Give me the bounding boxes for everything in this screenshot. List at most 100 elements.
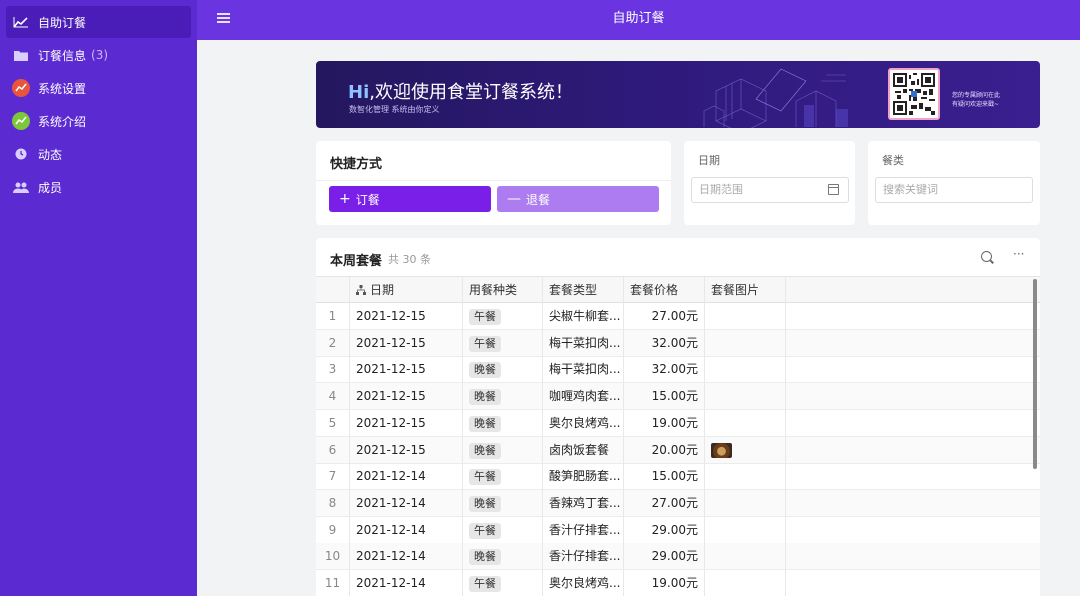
date-cell: 2021-12-15: [350, 409, 463, 436]
row-number: 1: [316, 303, 350, 329]
price-cell: 29.00元: [624, 543, 705, 570]
order-button[interactable]: + 订餐: [329, 186, 491, 212]
price-cell: 32.00元: [624, 356, 705, 383]
search-icon[interactable]: [981, 251, 992, 262]
price-cell: 32.00元: [624, 329, 705, 356]
scrollbar-thumb[interactable]: [1033, 279, 1037, 469]
price-cell: 29.00元: [624, 516, 705, 543]
table-row[interactable]: 8 2021-12-14 晚餐 香辣鸡丁套... 27.00元: [316, 489, 1040, 517]
table-row[interactable]: 3 2021-12-15 晚餐 梅干菜扣肉... 32.00元: [316, 356, 1040, 384]
cancel-order-button-label: 退餐: [526, 192, 551, 207]
row-number: 9: [316, 516, 350, 543]
keyword-search-input[interactable]: 搜索关键词: [875, 177, 1033, 203]
more-icon[interactable]: ···: [1013, 247, 1024, 261]
banner-title-text: ,欢迎使用食堂订餐系统！: [369, 82, 573, 103]
top-header: 自助订餐: [197, 0, 1080, 40]
image-cell: [705, 570, 786, 596]
date-cell: 2021-12-14: [350, 570, 463, 596]
column-header-meal-kind[interactable]: 用餐种类: [463, 277, 543, 303]
info-icon: [12, 112, 30, 130]
meal-thumbnail[interactable]: [711, 442, 732, 458]
date-range-input[interactable]: 日期范围: [691, 177, 849, 203]
meal-kind-cell: 晚餐: [463, 409, 543, 436]
column-header-date[interactable]: 日期: [350, 277, 463, 303]
date-filter-label: 日期: [698, 154, 720, 167]
price-cell: 19.00元: [624, 409, 705, 436]
sidebar-item-label: 系统设置: [38, 81, 87, 96]
column-header-image[interactable]: 套餐图片: [705, 277, 786, 303]
date-filter-card: 日期 日期范围: [684, 141, 855, 225]
members-icon: [12, 178, 30, 196]
banner-note-line1: 您的专属顾问在此: [952, 92, 1001, 99]
table-row[interactable]: 4 2021-12-15 晚餐 咖喱鸡肉套... 15.00元: [316, 383, 1040, 411]
meal-type-cell: 酸笋肥肠套...: [543, 463, 624, 490]
sidebar-item-order-info[interactable]: 订餐信息 (3): [6, 39, 191, 71]
column-header-price[interactable]: 套餐价格: [624, 277, 705, 303]
meal-kind-cell: 晚餐: [463, 543, 543, 570]
price-cell: 15.00元: [624, 383, 705, 410]
meal-kind-tag: 晚餐: [469, 415, 501, 432]
banner-note: 您的专属顾问在此 有疑问欢迎来戳~: [952, 91, 1000, 109]
table-row[interactable]: 5 2021-12-15 晚餐 奥尔良烤鸡... 19.00元: [316, 409, 1040, 437]
meal-kind-tag: 晚餐: [469, 549, 501, 566]
price-cell: 19.00元: [624, 570, 705, 596]
banner-subtitle: 数智化管理 系统由你定义: [349, 105, 440, 114]
price-cell: 27.00元: [624, 303, 705, 329]
sidebar-item-members[interactable]: 成员: [6, 171, 191, 203]
meal-kind-tag: 午餐: [469, 522, 501, 539]
table-row[interactable]: 1 2021-12-15 午餐 尖椒牛柳套... 27.00元: [316, 303, 1040, 330]
date-cell: 2021-12-14: [350, 463, 463, 490]
table-row[interactable]: 9 2021-12-14 午餐 香汁仔排套... 29.00元: [316, 516, 1040, 544]
image-cell: [705, 409, 786, 436]
clock-icon: [12, 145, 30, 163]
price-cell: 20.00元: [624, 436, 705, 463]
welcome-banner: Hi,欢迎使用食堂订餐系统！ 数智化管理 系统由你定义 您的专属顾问在此 有疑问…: [316, 61, 1040, 128]
meal-kind-cell: 午餐: [463, 463, 543, 490]
cancel-order-button[interactable]: — 退餐: [497, 186, 659, 212]
divider: [316, 180, 671, 181]
calendar-icon[interactable]: [828, 184, 839, 195]
meal-type-cell: 香汁仔排套...: [543, 543, 624, 570]
row-number: 8: [316, 489, 350, 516]
row-number: 3: [316, 356, 350, 383]
meal-kind-filter-card: 餐类 搜索关键词: [868, 141, 1040, 225]
table-row[interactable]: 6 2021-12-15 晚餐 卤肉饭套餐 20.00元: [316, 436, 1040, 464]
row-number: 7: [316, 463, 350, 490]
image-cell: [705, 516, 786, 543]
row-number-header: [316, 277, 350, 303]
image-cell: [705, 543, 786, 570]
sidebar-item-label: 成员: [38, 180, 63, 195]
hierarchy-icon: [356, 285, 366, 295]
meal-kind-tag: 午餐: [469, 335, 501, 352]
sidebar-item-settings[interactable]: 系统设置: [6, 72, 191, 104]
sidebar-item-self-order[interactable]: 自助订餐: [6, 6, 191, 38]
table-row[interactable]: 10 2021-12-14 晚餐 香汁仔排套... 29.00元: [316, 543, 1040, 571]
meal-kind-cell: 午餐: [463, 303, 543, 329]
table-row[interactable]: 2 2021-12-15 午餐 梅干菜扣肉... 32.00元: [316, 329, 1040, 357]
row-number: 10: [316, 543, 350, 570]
weekly-meals-table-card: 本周套餐 共 30 条 ··· 日期 用餐种类 套餐类型 套餐价格 套餐图片 1…: [316, 238, 1040, 596]
table-row[interactable]: 7 2021-12-14 午餐 酸笋肥肠套... 15.00元: [316, 463, 1040, 491]
banner-title: Hi,欢迎使用食堂订餐系统！: [348, 78, 573, 104]
meal-type-cell: 香辣鸡丁套...: [543, 489, 624, 516]
row-number: 5: [316, 409, 350, 436]
date-cell: 2021-12-15: [350, 329, 463, 356]
date-cell: 2021-12-15: [350, 383, 463, 410]
table-header-row: 日期 用餐种类 套餐类型 套餐价格 套餐图片: [316, 276, 1040, 303]
image-cell: [705, 436, 786, 463]
meal-type-cell: 咖喱鸡肉套...: [543, 383, 624, 410]
image-cell: [705, 489, 786, 516]
meal-kind-filter-label: 餐类: [882, 154, 904, 167]
meal-kind-cell: 午餐: [463, 516, 543, 543]
date-cell: 2021-12-15: [350, 303, 463, 329]
sidebar-item-activity[interactable]: 动态: [6, 138, 191, 170]
minus-icon: —: [507, 191, 521, 207]
meal-kind-cell: 午餐: [463, 570, 543, 596]
meal-kind-tag: 午餐: [469, 469, 501, 486]
sidebar-item-label: 订餐信息: [38, 48, 87, 63]
sidebar-item-intro[interactable]: 系统介绍: [6, 105, 191, 137]
date-cell: 2021-12-14: [350, 516, 463, 543]
column-header-meal-type[interactable]: 套餐类型: [543, 277, 624, 303]
meal-type-cell: 尖椒牛柳套...: [543, 303, 624, 329]
table-row[interactable]: 11 2021-12-14 午餐 奥尔良烤鸡... 19.00元: [316, 570, 1040, 596]
